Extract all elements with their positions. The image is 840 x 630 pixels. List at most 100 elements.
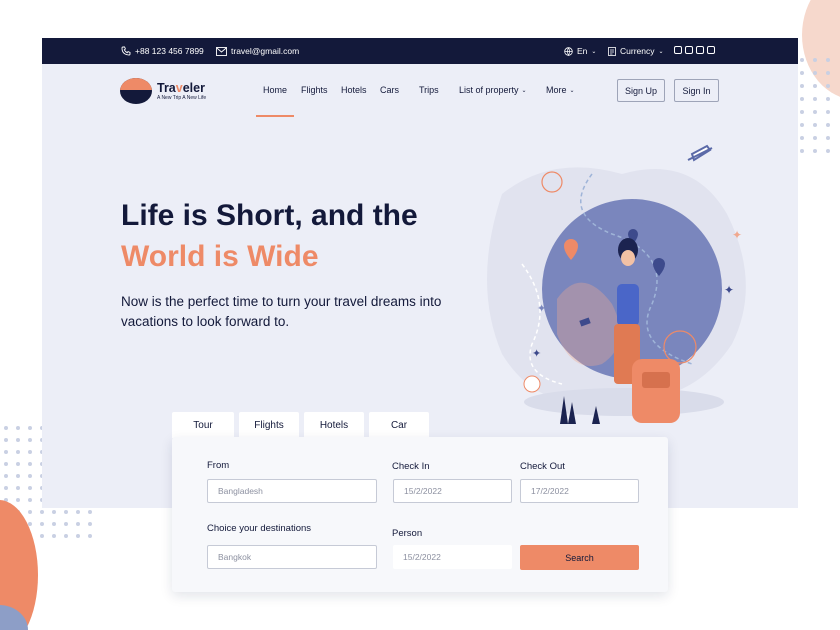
decorative-dot bbox=[52, 522, 56, 526]
nav-item-list-of-property[interactable]: List of property ⌄ bbox=[459, 85, 527, 95]
mail-icon bbox=[216, 46, 227, 56]
decorative-dot bbox=[28, 426, 32, 430]
search-tabs: Tour Flights Hotels Car bbox=[172, 412, 429, 438]
decorative-dot bbox=[800, 136, 804, 140]
decorative-dot bbox=[4, 486, 8, 490]
hero-title-highlight: World is Wide bbox=[121, 240, 319, 273]
top-bar: +88 123 456 7899 travel@gmail.com En ⌄ C… bbox=[42, 38, 798, 64]
decorative-dot bbox=[64, 534, 68, 538]
person-input[interactable] bbox=[393, 545, 512, 569]
language-selector[interactable]: En ⌄ bbox=[564, 38, 596, 64]
hero-illustration: ✦ ✦ ✦ ✦ bbox=[462, 134, 762, 439]
svg-text:✦: ✦ bbox=[537, 302, 546, 315]
pinterest-icon[interactable] bbox=[696, 46, 704, 54]
person-label: Person bbox=[392, 528, 423, 539]
nav-item-home[interactable]: Home bbox=[263, 85, 287, 95]
decorative-dot bbox=[76, 510, 80, 514]
phone-contact[interactable]: +88 123 456 7899 bbox=[121, 38, 204, 64]
decorative-dot bbox=[4, 474, 8, 478]
decorative-dot bbox=[16, 474, 20, 478]
decorative-dot bbox=[4, 438, 8, 442]
nav-item-more[interactable]: More ⌄ bbox=[546, 85, 575, 95]
logo-mark-icon bbox=[120, 78, 152, 104]
decorative-dot bbox=[16, 438, 20, 442]
social-links bbox=[674, 46, 715, 54]
decorative-dot bbox=[826, 110, 830, 114]
brand-name: Traveler bbox=[157, 80, 205, 95]
decorative-dot bbox=[28, 474, 32, 478]
check-in-input[interactable] bbox=[393, 479, 512, 503]
decorative-dot bbox=[40, 510, 44, 514]
decorative-dot bbox=[813, 97, 817, 101]
destination-label: Choice your destinations bbox=[207, 523, 312, 534]
sign-up-button[interactable]: Sign Up bbox=[617, 79, 665, 102]
currency-label: Currency bbox=[620, 46, 655, 56]
phone-number: +88 123 456 7899 bbox=[135, 46, 204, 56]
decorative-dot bbox=[28, 438, 32, 442]
decorative-dot bbox=[40, 534, 44, 538]
brand-tagline: A New Trip A New Life bbox=[157, 94, 207, 101]
twitter-icon[interactable] bbox=[685, 46, 693, 54]
decorative-dot bbox=[4, 426, 8, 430]
facebook-icon[interactable] bbox=[674, 46, 682, 54]
currency-icon bbox=[608, 46, 616, 56]
chevron-down-icon: ⌄ bbox=[591, 48, 597, 55]
decorative-dot bbox=[826, 71, 830, 75]
decorative-dot bbox=[28, 462, 32, 466]
decorative-dot bbox=[28, 498, 32, 502]
decorative-dot bbox=[813, 110, 817, 114]
decorative-dot bbox=[826, 58, 830, 62]
globe-icon bbox=[564, 46, 573, 56]
check-out-input[interactable] bbox=[520, 479, 639, 503]
decorative-dot bbox=[16, 498, 20, 502]
decorative-dot bbox=[800, 123, 804, 127]
search-button[interactable]: Search bbox=[520, 545, 639, 570]
chevron-down-icon: ⌄ bbox=[569, 87, 575, 94]
nav-item-flights[interactable]: Flights bbox=[301, 85, 328, 95]
active-nav-indicator bbox=[256, 115, 294, 117]
hero-subtitle: Now is the perfect time to turn your tra… bbox=[121, 294, 442, 329]
decorative-dot bbox=[16, 486, 20, 490]
nav-item-cars[interactable]: Cars bbox=[380, 85, 399, 95]
decorative-dot bbox=[16, 450, 20, 454]
svg-text:✦: ✦ bbox=[732, 228, 742, 242]
from-input[interactable] bbox=[207, 479, 377, 503]
decorative-dot bbox=[76, 522, 80, 526]
chevron-down-icon: ⌄ bbox=[658, 48, 664, 55]
check-in-label: Check In bbox=[392, 461, 430, 472]
decorative-dot bbox=[800, 97, 804, 101]
decorative-dot bbox=[800, 110, 804, 114]
nav-item-hotels[interactable]: Hotels bbox=[341, 85, 367, 95]
currency-selector[interactable]: Currency ⌄ bbox=[608, 38, 664, 64]
decorative-dot bbox=[28, 450, 32, 454]
decorative-dot bbox=[826, 97, 830, 101]
email-address: travel@gmail.com bbox=[231, 46, 300, 56]
decorative-dot bbox=[826, 84, 830, 88]
decorative-dot bbox=[813, 71, 817, 75]
chevron-down-icon: ⌄ bbox=[521, 87, 527, 94]
nav-item-trips[interactable]: Trips bbox=[419, 85, 439, 95]
decorative-dot bbox=[800, 71, 804, 75]
language-label: En bbox=[577, 46, 588, 56]
destination-input[interactable] bbox=[207, 545, 377, 569]
decorative-dot bbox=[40, 522, 44, 526]
brand-logo[interactable]: Traveler A New Trip A New Life bbox=[120, 78, 206, 104]
email-contact[interactable]: travel@gmail.com bbox=[216, 38, 299, 64]
page: +88 123 456 7899 travel@gmail.com En ⌄ C… bbox=[0, 0, 840, 630]
decorative-dot bbox=[826, 136, 830, 140]
decorative-dot bbox=[64, 522, 68, 526]
decorative-dot bbox=[16, 426, 20, 430]
tab-hotels[interactable]: Hotels bbox=[304, 412, 364, 438]
decorative-dot bbox=[88, 534, 92, 538]
decorative-dot bbox=[4, 462, 8, 466]
decorative-dot bbox=[813, 84, 817, 88]
tab-car[interactable]: Car bbox=[369, 412, 429, 438]
decorative-dot bbox=[28, 510, 32, 514]
tab-flights[interactable]: Flights bbox=[239, 412, 299, 438]
instagram-icon[interactable] bbox=[707, 46, 715, 54]
tab-tour[interactable]: Tour bbox=[172, 412, 234, 438]
decorative-dot bbox=[800, 149, 804, 153]
sign-in-button[interactable]: Sign In bbox=[674, 79, 719, 102]
decorative-dot bbox=[826, 123, 830, 127]
decorative-dot bbox=[800, 58, 804, 62]
